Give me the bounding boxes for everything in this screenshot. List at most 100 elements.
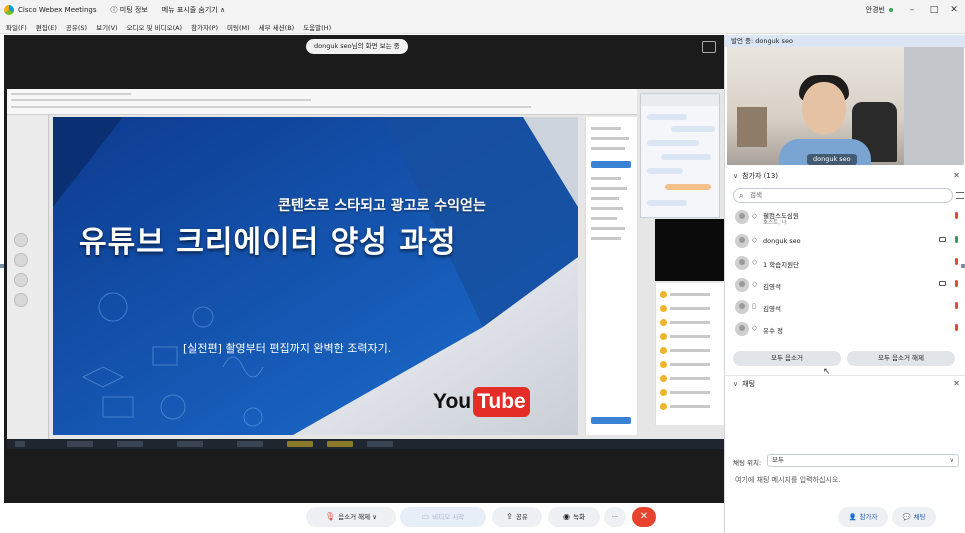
- zoom-out-icon[interactable]: [14, 253, 28, 267]
- menu-breakout[interactable]: 세부 세션(B): [259, 22, 295, 32]
- close-participants-icon[interactable]: ✕: [953, 169, 960, 183]
- shared-taskbar: [7, 439, 725, 449]
- menu-edit[interactable]: 편집(E): [36, 22, 57, 32]
- person-icon: 👤: [848, 513, 857, 521]
- chat-send-to-label: 채팅 위치:: [733, 459, 762, 467]
- app-title: Cisco Webex Meetings: [18, 6, 97, 14]
- speaker-video[interactable]: donguk seo: [727, 47, 964, 165]
- close-chat-icon[interactable]: ✕: [953, 377, 960, 391]
- hide-menu-button[interactable]: 메뉴 표시줄 숨기기 ∧: [162, 5, 225, 15]
- title-bar: Cisco Webex Meetings ⓘ 미팅 정보 메뉴 표시줄 숨기기 …: [0, 0, 965, 20]
- share-icon: ⇪: [506, 512, 513, 521]
- minimize-icon[interactable]: –: [905, 3, 919, 17]
- participant-row[interactable]: ◇ donguk seo: [731, 230, 960, 250]
- participant-row[interactable]: ◇ 유수 정: [731, 318, 960, 338]
- shared-video-area: [655, 219, 725, 281]
- slide-subtitle: 콘텐츠로 스타되고 광고로 수익얻는: [278, 198, 486, 214]
- layout-icon[interactable]: [702, 41, 716, 53]
- end-meeting-button[interactable]: ✕: [632, 507, 656, 527]
- avatar: [735, 210, 749, 224]
- participants-panel-button[interactable]: 👤 참가자: [838, 507, 888, 527]
- menu-participants[interactable]: 참가자(P): [191, 22, 218, 32]
- mute-all-button[interactable]: 모두 음소거: [733, 351, 841, 366]
- mic-muted-icon: 🎙: [325, 512, 336, 521]
- shared-list-panel: [655, 283, 725, 425]
- menu-bar: 파일(F) 편집(E) 공유(S) 보기(V) 오디오 및 비디오(A) 참가자…: [0, 20, 965, 34]
- chat-panel-button[interactable]: 💬 채팅: [892, 507, 936, 527]
- unmute-all-button[interactable]: 모두 음소거 해제: [847, 351, 955, 366]
- record-button[interactable]: ◉ 녹화: [548, 507, 600, 527]
- maximize-icon[interactable]: □: [927, 3, 941, 17]
- menu-share[interactable]: 공유(S): [66, 22, 87, 32]
- mic-muted-icon[interactable]: [955, 212, 958, 219]
- audio-icon: ◇: [752, 324, 758, 332]
- start-video-button[interactable]: ▭ 비디오 시작: [400, 507, 486, 527]
- chevron-down-icon[interactable]: ∨: [733, 377, 738, 391]
- fit-icon[interactable]: [14, 273, 28, 287]
- zoom-in-icon[interactable]: [14, 233, 28, 247]
- mic-muted-icon[interactable]: [955, 324, 958, 331]
- participant-row[interactable]: ▯ 김영석: [731, 296, 960, 316]
- avatar: [735, 234, 749, 248]
- slide-title: 유튜브 크리에이터 양성 과정: [79, 225, 457, 260]
- shared-screen: 콘텐츠로 스타되고 광고로 수익얻는 유튜브 크리에이터 양성 과정 [실전편]…: [7, 89, 725, 449]
- edge-handle[interactable]: [961, 264, 965, 268]
- participant-row[interactable]: ◇ 웰컴스도심원 호스트, 나: [731, 206, 960, 226]
- menu-meeting[interactable]: 미팅(M): [227, 22, 250, 32]
- chevron-down-icon[interactable]: ∨: [733, 169, 738, 183]
- audio-icon: ◇: [752, 236, 758, 244]
- participants-header[interactable]: ∨ 참가자 (13) ✕: [725, 169, 965, 183]
- status-dot-icon: [889, 8, 893, 12]
- participant-search-input[interactable]: ⌕ 검색: [733, 188, 953, 203]
- participant-row[interactable]: ◇ 김영석: [731, 274, 960, 294]
- participant-row[interactable]: ◇ 1 학습지원단: [731, 252, 960, 272]
- share-status-pill: donguk seo님의 화면 보는 중: [306, 39, 408, 54]
- menu-file[interactable]: 파일(F): [6, 22, 27, 32]
- ppt-ribbon: [7, 89, 637, 115]
- chat-recipient-select[interactable]: 모두 ∨: [767, 454, 959, 467]
- more-options-button[interactable]: ···: [604, 507, 626, 527]
- shared-content-stage: donguk seo님의 화면 보는 중 콘텐츠로 스타되고 광고로 수익얻는 …: [4, 35, 725, 503]
- video-icon: ▭: [421, 512, 430, 521]
- ppt-right-panel: [585, 117, 637, 435]
- chat-header[interactable]: ∨ 채팅 ✕: [725, 377, 965, 391]
- avatar: [735, 322, 749, 336]
- mic-muted-icon[interactable]: [955, 302, 958, 309]
- audio-icon: ◇: [752, 212, 758, 220]
- record-icon: ◉: [563, 512, 570, 521]
- meeting-controls: 🎙 음소거 해제 ∨ ▭ 비디오 시작 ⇪ 공유 ◉ 녹화 ··· ✕: [4, 503, 724, 533]
- chat-message-input[interactable]: 여기에 채팅 메시지를 입력하십시오.: [731, 471, 960, 489]
- list-view-icon[interactable]: [956, 192, 964, 199]
- camera-icon[interactable]: [939, 281, 946, 286]
- meeting-info-button[interactable]: ⓘ 미팅 정보: [111, 5, 148, 15]
- chat-bubble-icon: 💬: [902, 513, 911, 521]
- chevron-down-icon: ∨: [949, 457, 954, 464]
- video-name-label: donguk seo: [807, 154, 857, 165]
- mic-on-icon[interactable]: [955, 236, 958, 243]
- shared-chat-window: [640, 93, 720, 218]
- user-name[interactable]: 안경빈: [866, 5, 885, 15]
- phone-icon: ▯: [752, 302, 756, 310]
- menu-help[interactable]: 도움말(H): [303, 22, 331, 32]
- chevron-down-icon[interactable]: ∨: [372, 513, 377, 521]
- active-speaker-label: 발언 중: donguk seo: [725, 35, 965, 47]
- presentation-slide: 콘텐츠로 스타되고 광고로 수익얻는 유튜브 크리에이터 양성 과정 [실전편]…: [53, 117, 578, 435]
- audio-icon: ◇: [752, 258, 758, 266]
- webex-window: Cisco Webex Meetings ⓘ 미팅 정보 메뉴 표시줄 숨기기 …: [0, 0, 965, 533]
- pan-icon[interactable]: [14, 293, 28, 307]
- menu-view[interactable]: 보기(V): [96, 22, 117, 32]
- mic-muted-icon[interactable]: [955, 280, 958, 287]
- slide-description: [실전편] 촬영부터 편집까지 완벽한 조력자기.: [183, 342, 392, 355]
- share-button[interactable]: ⇪ 공유: [492, 507, 542, 527]
- edge-handle[interactable]: [0, 264, 4, 268]
- webex-logo-icon: [4, 5, 14, 15]
- mic-muted-icon[interactable]: [955, 258, 958, 265]
- search-icon: ⌕: [739, 191, 744, 200]
- camera-icon[interactable]: [939, 237, 946, 242]
- audio-icon: ◇: [752, 280, 758, 288]
- right-panel: 발언 중: donguk seo donguk seo ∨ 참가자 (13) ✕ …: [724, 35, 965, 533]
- ppt-side-panel: [7, 115, 49, 439]
- close-icon[interactable]: ✕: [947, 3, 961, 17]
- unmute-button[interactable]: 🎙 음소거 해제 ∨: [306, 507, 396, 527]
- menu-audio-video[interactable]: 오디오 및 비디오(A): [127, 22, 183, 32]
